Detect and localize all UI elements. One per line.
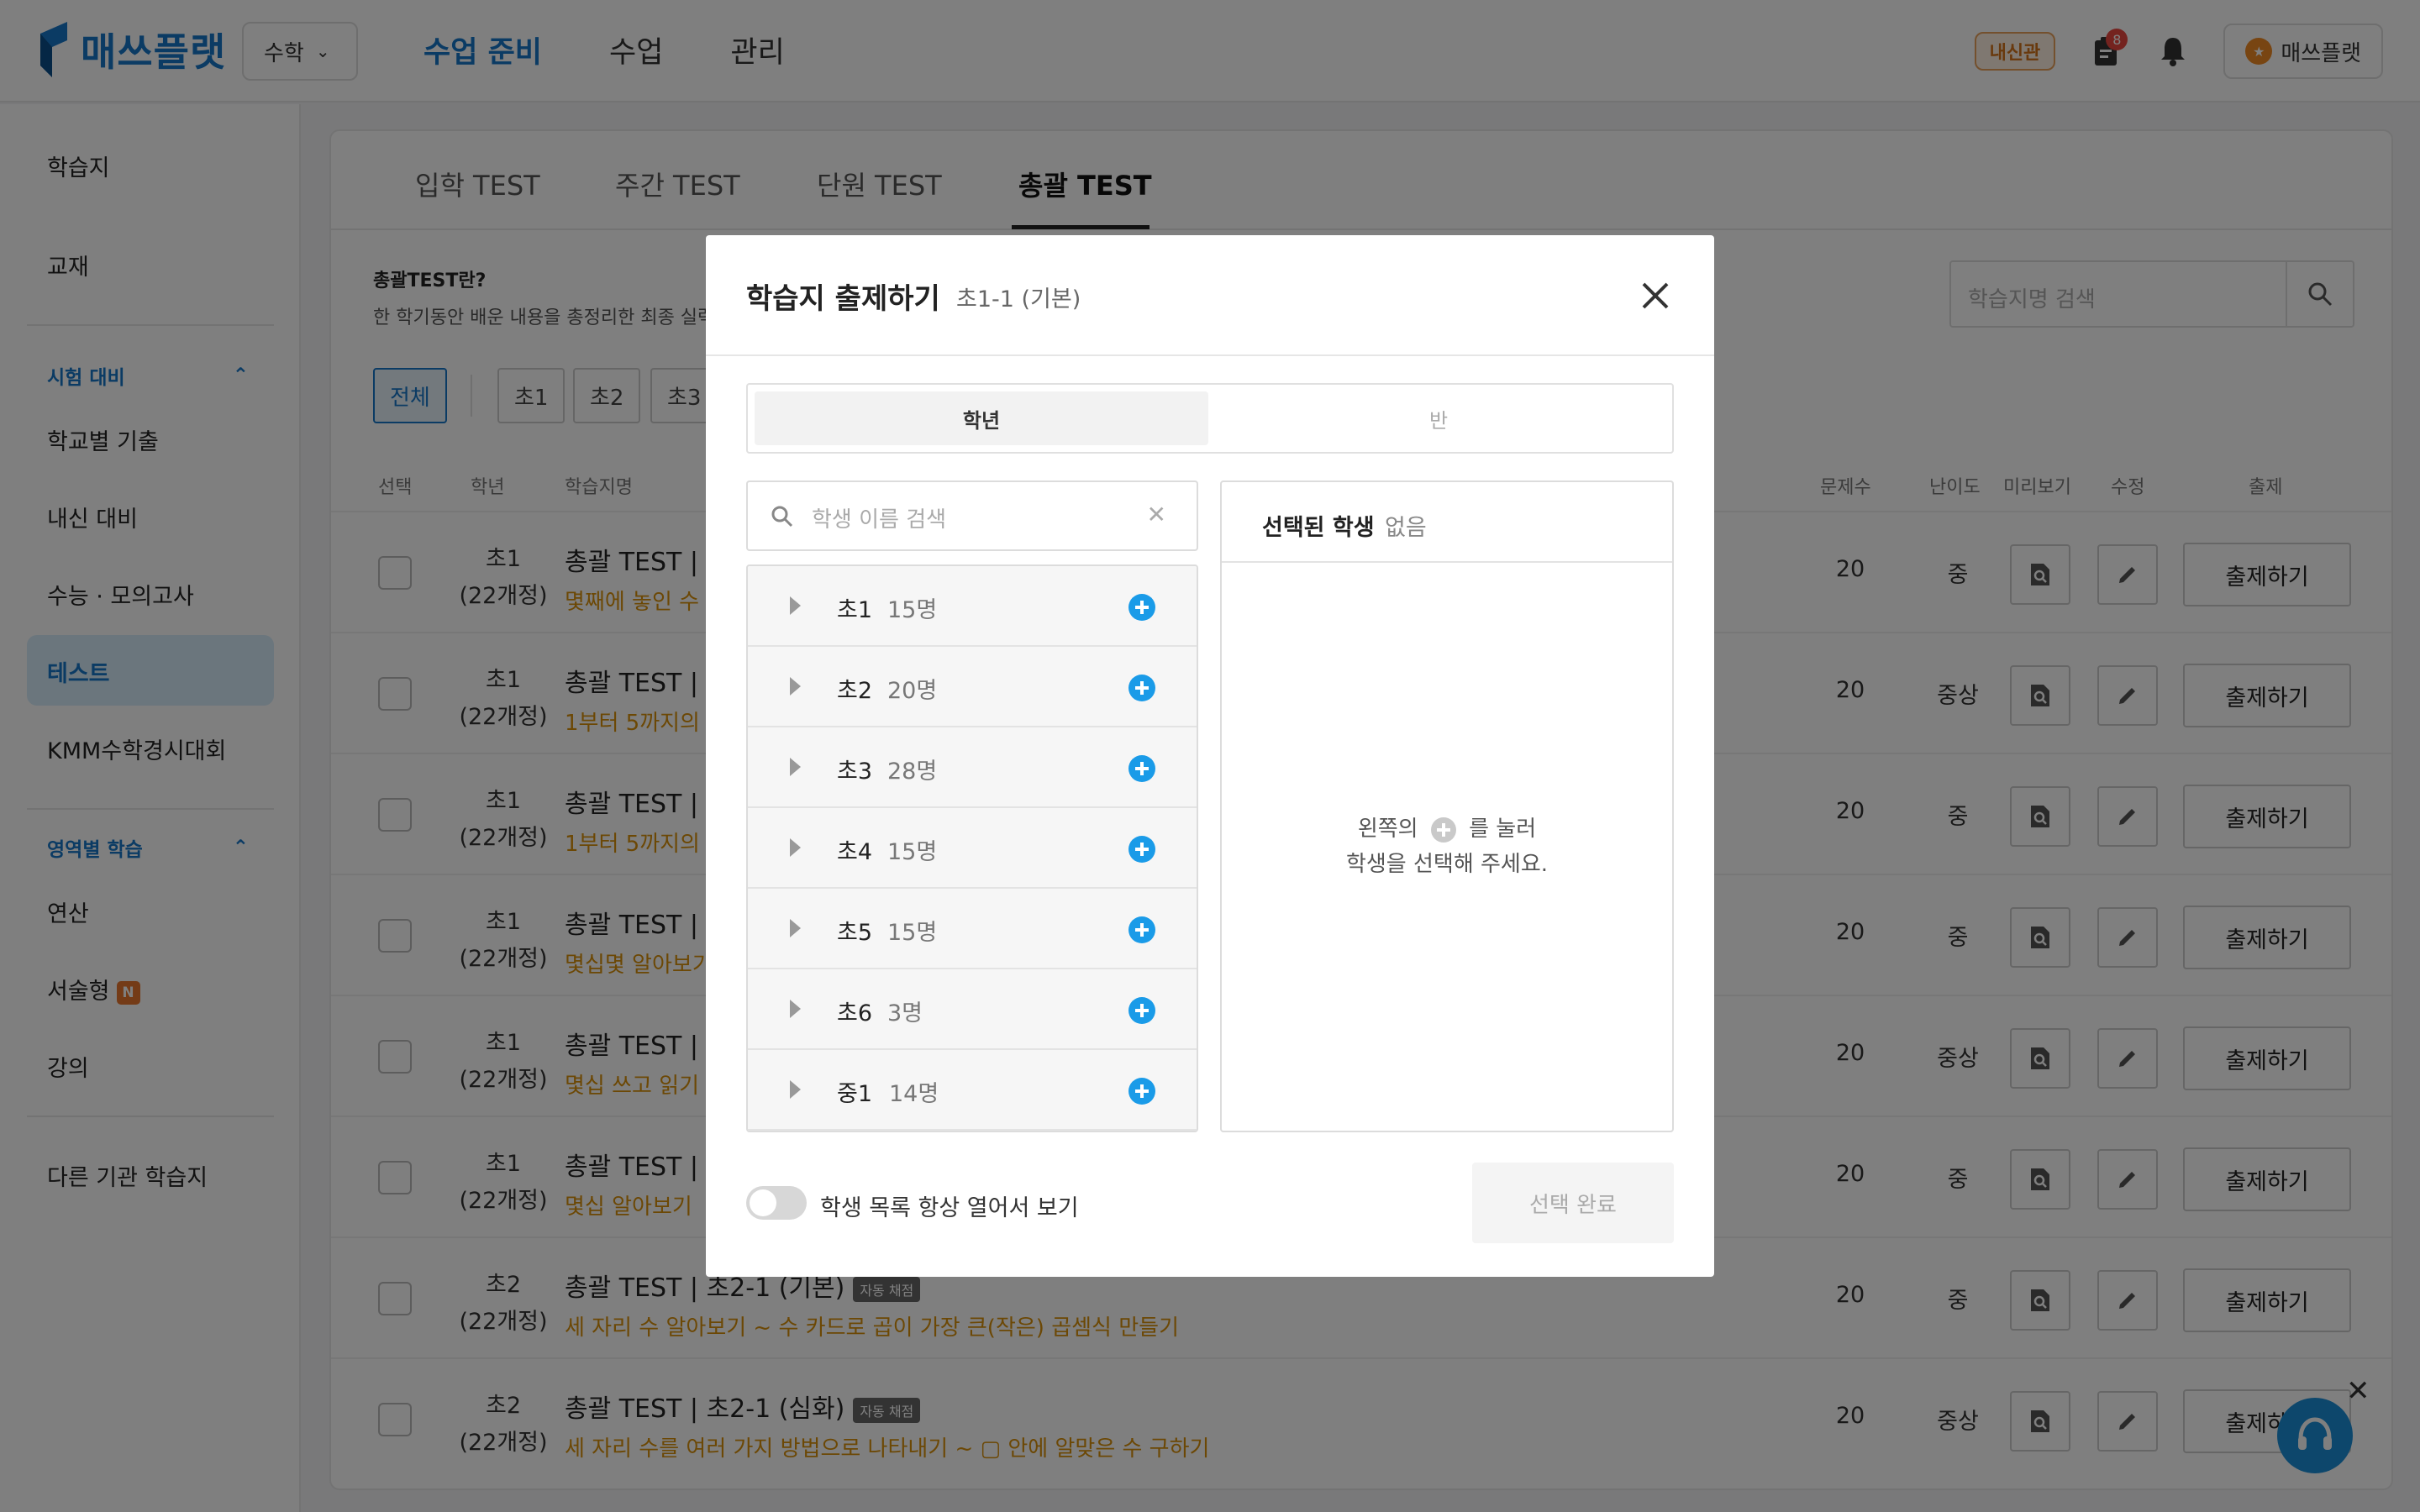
clear-icon[interactable]: ✕	[1147, 501, 1166, 528]
modal-header: 학습지 출제하기 초1-1 (기본)	[706, 235, 1714, 356]
select-done-button[interactable]: 선택 완료	[1472, 1163, 1674, 1243]
grade-group-count: 3명	[887, 1000, 923, 1026]
add-circle-icon[interactable]	[1128, 593, 1156, 622]
grade-group-count: 20명	[887, 678, 938, 704]
selected-students-value: 없음	[1385, 515, 1427, 541]
add-circle-icon[interactable]	[1128, 674, 1156, 702]
grade-group-name: 중1	[837, 1081, 873, 1107]
grade-group-name: 초4	[837, 839, 873, 865]
grade-group-name: 초3	[837, 759, 873, 785]
grade-group-row[interactable]: 초1 15명	[748, 566, 1197, 647]
grade-group-name: 초5	[837, 920, 873, 946]
student-search-placeholder: 학생 이름 검색	[812, 507, 947, 533]
grade-group-count: 14명	[889, 1081, 939, 1107]
grade-group-row[interactable]: 초5 15명	[748, 889, 1197, 969]
grade-class-toggle: 학년 반	[746, 383, 1674, 454]
add-circle-icon[interactable]	[1128, 1077, 1156, 1105]
always-open-toggle[interactable]	[746, 1186, 807, 1220]
grade-group-list: 초1 15명 초2 20명 초3 28명 초4 15명 초5 15명 초6 3명 중1 14명	[746, 564, 1198, 1132]
grade-group-count: 15명	[887, 597, 938, 623]
grade-group-name: 초1	[837, 597, 873, 623]
expand-caret-icon[interactable]	[790, 596, 801, 615]
expand-caret-icon[interactable]	[790, 1000, 801, 1018]
grade-group-row[interactable]: 초4 15명	[748, 808, 1197, 889]
empty-msg-line2: 학생을 선택해 주세요.	[1345, 852, 1549, 877]
expand-caret-icon[interactable]	[790, 919, 801, 937]
selected-students-title: 선택된 학생	[1262, 515, 1375, 541]
selected-students-header: 선택된 학생 없음	[1222, 482, 1672, 563]
segment-class[interactable]: 반	[1212, 391, 1665, 445]
expand-caret-icon[interactable]	[790, 758, 801, 776]
expand-caret-icon[interactable]	[790, 1080, 801, 1099]
selected-students-panel: 선택된 학생 없음 왼쪽의 를 눌러 학생을 선택해 주세요.	[1220, 480, 1674, 1132]
add-circle-icon[interactable]	[1128, 754, 1156, 783]
add-circle-icon[interactable]	[1128, 996, 1156, 1025]
grade-group-row[interactable]: 초2 20명	[748, 647, 1197, 727]
grade-group-name: 초2	[837, 678, 873, 704]
student-search-input[interactable]: 학생 이름 검색 ✕	[746, 480, 1198, 551]
grade-group-count: 28명	[887, 759, 938, 785]
search-icon	[771, 506, 793, 528]
modal-subtitle: 초1-1 (기본)	[956, 286, 1081, 312]
plus-circle-icon	[1430, 816, 1456, 843]
empty-msg-post: 를 눌러	[1469, 816, 1537, 842]
grade-group-count: 15명	[887, 920, 938, 946]
grade-group-name: 초6	[837, 1000, 873, 1026]
grade-group-row[interactable]: 중1 14명	[748, 1050, 1197, 1131]
selected-empty-message: 왼쪽의 를 눌러 학생을 선택해 주세요.	[1222, 811, 1672, 882]
grade-group-row[interactable]: 초3 28명	[748, 727, 1197, 808]
toggle-knob	[750, 1189, 776, 1216]
expand-caret-icon[interactable]	[790, 838, 801, 857]
expand-caret-icon[interactable]	[790, 677, 801, 696]
grade-group-count: 15명	[887, 839, 938, 865]
close-icon[interactable]	[1637, 277, 1674, 314]
assign-worksheet-modal: 학습지 출제하기 초1-1 (기본) 학년 반 학생 이름 검색 ✕ 초1 15명…	[706, 235, 1714, 1277]
empty-msg-pre: 왼쪽의	[1357, 816, 1418, 842]
add-circle-icon[interactable]	[1128, 835, 1156, 864]
modal-title: 학습지 출제하기	[746, 282, 940, 316]
segment-grade[interactable]: 학년	[755, 391, 1208, 445]
add-circle-icon[interactable]	[1128, 916, 1156, 944]
grade-group-row[interactable]: 초6 3명	[748, 969, 1197, 1050]
always-open-toggle-label: 학생 목록 항상 열어서 보기	[820, 1195, 1079, 1221]
